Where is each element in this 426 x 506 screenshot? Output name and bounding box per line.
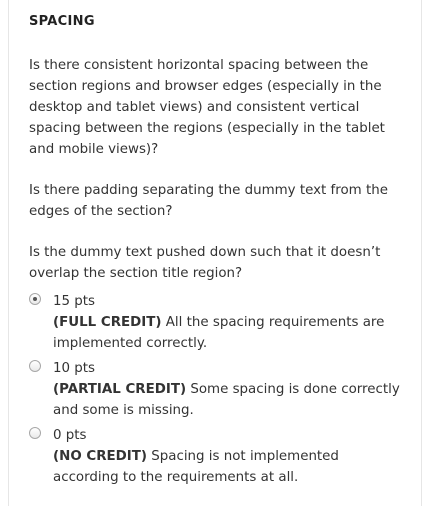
option-credit-label: (NO CREDIT) <box>53 449 148 464</box>
option-points: 15 pts <box>53 294 96 309</box>
rubric-card: SPACING Is there consistent horizontal s… <box>8 0 422 506</box>
question-padding: Is there padding separating the dummy te… <box>29 183 388 219</box>
option-credit-label: (PARTIAL CREDIT) <box>53 382 187 397</box>
question-dummy-text-position: Is the dummy text pushed down such that … <box>29 245 381 281</box>
section-title: SPACING <box>29 14 95 29</box>
option-points: 0 pts <box>53 428 87 443</box>
radio-button[interactable] <box>29 360 41 372</box>
option-description: (FULL CREDIT) All the spacing requiremen… <box>53 312 403 354</box>
option-description: (PARTIAL CREDIT) Some spacing is done co… <box>53 379 403 421</box>
question-horizontal-vertical-spacing: Is there consistent horizontal spacing b… <box>29 58 385 157</box>
option-credit-label: (FULL CREDIT) <box>53 315 162 330</box>
option-description: (NO CREDIT) Spacing is not implemented a… <box>53 446 403 488</box>
option-points: 10 pts <box>53 361 96 376</box>
radio-button[interactable] <box>29 427 41 439</box>
radio-button-selected[interactable] <box>29 293 41 305</box>
